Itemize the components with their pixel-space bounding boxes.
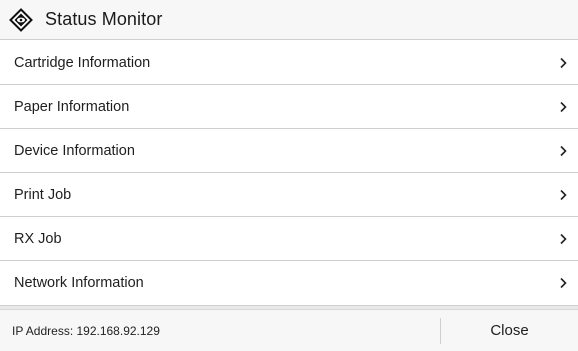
status-monitor-screen: Status Monitor Cartridge Information Pap… <box>0 0 578 351</box>
menu-item-device-information[interactable]: Device Information <box>0 129 578 173</box>
menu-item-paper-information[interactable]: Paper Information <box>0 85 578 129</box>
header-bar: Status Monitor <box>0 0 578 40</box>
menu-item-label: Device Information <box>14 142 135 159</box>
menu-item-network-information[interactable]: Network Information <box>0 261 578 305</box>
chevron-right-icon <box>558 56 568 70</box>
status-monitor-diamond-icon <box>9 7 33 32</box>
menu-item-print-job[interactable]: Print Job <box>0 173 578 217</box>
menu-item-label: RX Job <box>14 230 62 247</box>
chevron-right-icon <box>558 144 568 158</box>
chevron-right-icon <box>558 188 568 202</box>
footer-bar: IP Address: 192.168.92.129 Close <box>0 310 578 351</box>
chevron-right-icon <box>558 100 568 114</box>
menu-item-label: Cartridge Information <box>14 54 151 71</box>
menu-item-cartridge-information[interactable]: Cartridge Information <box>0 41 578 85</box>
page-title: Status Monitor <box>45 9 163 29</box>
menu-item-label: Network Information <box>14 275 144 291</box>
chevron-right-icon <box>558 276 568 290</box>
chevron-right-icon <box>558 232 568 246</box>
menu-item-label: Print Job <box>14 186 72 203</box>
close-button[interactable]: Close <box>441 310 578 351</box>
status-menu-list: Cartridge Information Paper Information … <box>0 41 578 305</box>
ip-address-text: IP Address: 192.168.92.129 <box>12 323 160 338</box>
menu-item-label: Paper Information <box>14 98 130 115</box>
menu-item-rx-job[interactable]: RX Job <box>0 217 578 261</box>
